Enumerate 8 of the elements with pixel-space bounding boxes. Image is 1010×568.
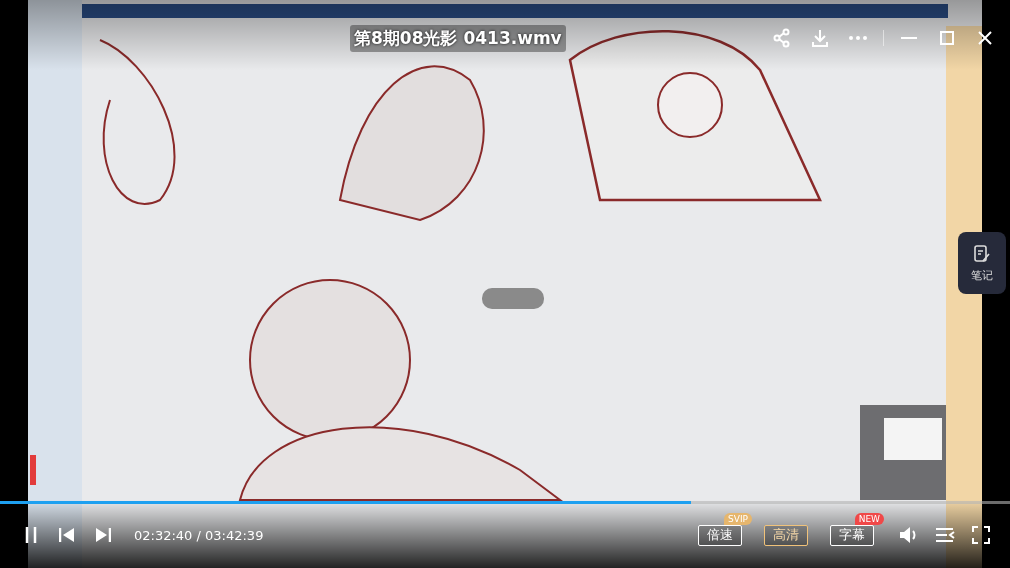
video-title: 第8期08光影 0413.wmv (350, 24, 566, 52)
notes-button[interactable]: 笔记 (958, 232, 1006, 294)
playback-time: 02:32:40 / 03:42:39 (134, 527, 264, 543)
notepad-pencil-icon (972, 243, 992, 264)
progress-bar[interactable] (0, 501, 1010, 504)
player-option-button[interactable]: 倍速 (698, 524, 742, 546)
player-option-button[interactable]: 高清 (764, 524, 808, 546)
player-option-button[interactable]: 字幕 (830, 524, 874, 546)
